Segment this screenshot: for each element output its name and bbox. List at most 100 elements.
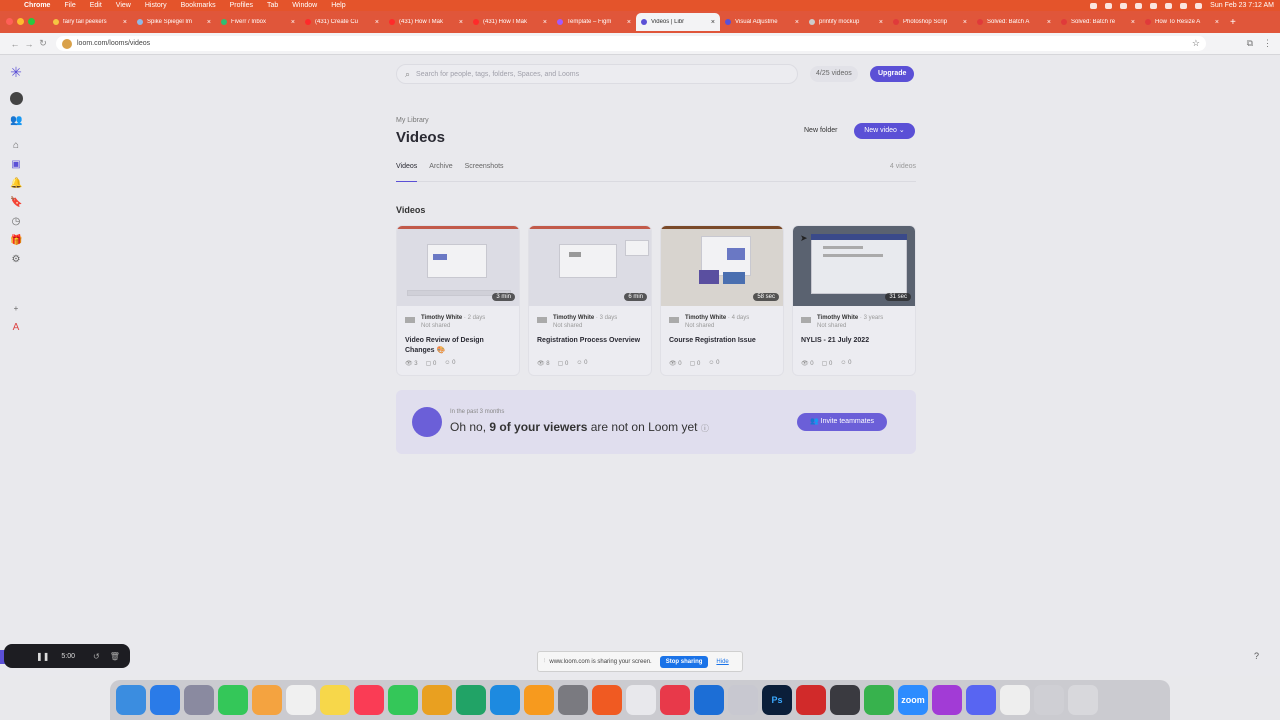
video-thumbnail[interactable]: 58 sec bbox=[661, 226, 783, 306]
maximize-window-icon[interactable] bbox=[28, 18, 35, 25]
back-icon[interactable]: ← bbox=[8, 39, 22, 49]
messages-icon[interactable] bbox=[218, 685, 248, 715]
search-icon[interactable] bbox=[1195, 2, 1203, 9]
music-icon[interactable] bbox=[354, 685, 384, 715]
close-tab-icon[interactable]: × bbox=[1215, 19, 1219, 26]
video-card[interactable]: 3 min Timothy White · 2 days Not shared … bbox=[396, 225, 520, 376]
hide-link[interactable]: Hide bbox=[716, 659, 728, 665]
menu-dots-icon[interactable]: ⋮ bbox=[1263, 38, 1272, 49]
trash-icon[interactable] bbox=[1068, 685, 1098, 715]
menu-app-name[interactable]: Chrome bbox=[24, 2, 50, 9]
invite-teammates-button[interactable]: 👥 Invite teammates bbox=[797, 413, 887, 431]
video-card[interactable]: 6 min Timothy White · 3 days Not shared … bbox=[528, 225, 652, 376]
menu-file[interactable]: File bbox=[64, 2, 75, 9]
calculator-icon[interactable] bbox=[830, 685, 860, 715]
address-bar[interactable]: loom.com/looms/videos ☆ bbox=[56, 36, 1206, 51]
browser-tab[interactable]: Spike Spiegel Im × bbox=[132, 13, 216, 31]
menu-tab[interactable]: Tab bbox=[267, 2, 278, 9]
tab-archive[interactable]: Archive bbox=[429, 162, 452, 181]
browser-tab[interactable]: Photoshop Scrip × bbox=[888, 13, 972, 31]
chrome-icon[interactable] bbox=[422, 685, 452, 715]
tray-icon[interactable] bbox=[1120, 2, 1128, 9]
menu-edit[interactable]: Edit bbox=[90, 2, 102, 9]
loom-logo-icon[interactable]: ✳ bbox=[10, 65, 22, 79]
menu-history[interactable]: History bbox=[145, 2, 167, 9]
info-icon[interactable]: ⓘ bbox=[701, 424, 709, 433]
close-tab-icon[interactable]: × bbox=[207, 19, 211, 26]
video-thumbnail[interactable]: 3 min bbox=[397, 226, 519, 306]
menu-view[interactable]: View bbox=[116, 2, 131, 9]
photos-icon[interactable] bbox=[252, 685, 282, 715]
messenger-icon[interactable] bbox=[932, 685, 962, 715]
numbers-icon[interactable] bbox=[456, 685, 486, 715]
browser-tab[interactable]: fairy tail peekers × bbox=[48, 13, 132, 31]
video-count-pill[interactable]: 4/25 videos bbox=[810, 66, 858, 82]
search-bar[interactable]: ⌕ Search for people, tags, folders, Spac… bbox=[396, 64, 798, 84]
reminders-icon[interactable] bbox=[286, 685, 316, 715]
creative-cloud-icon[interactable] bbox=[660, 685, 690, 715]
close-tab-icon[interactable]: × bbox=[795, 19, 799, 26]
pause-icon[interactable]: ❚❚ bbox=[36, 652, 49, 661]
browser-tab[interactable]: Videos | Libr × bbox=[636, 13, 720, 31]
site-icon[interactable] bbox=[62, 38, 72, 49]
photoshop-icon[interactable]: Ps bbox=[762, 685, 792, 715]
audio-app-icon[interactable] bbox=[694, 685, 724, 715]
close-tab-icon[interactable]: × bbox=[879, 19, 883, 26]
menubar-clock[interactable]: Sun Feb 23 7:12 AM bbox=[1210, 2, 1274, 9]
system-settings-icon[interactable] bbox=[558, 685, 588, 715]
close-tab-icon[interactable]: × bbox=[459, 19, 463, 26]
extensions-icon[interactable]: ⧉ bbox=[1247, 38, 1253, 49]
safari-icon[interactable] bbox=[150, 685, 180, 715]
menu-profiles[interactable]: Profiles bbox=[230, 2, 253, 9]
tab-videos[interactable]: Videos bbox=[396, 162, 418, 182]
keynote-icon[interactable] bbox=[490, 685, 520, 715]
video-title[interactable]: NYLIS - 21 July 2022 bbox=[793, 330, 915, 354]
app-icon[interactable] bbox=[728, 685, 758, 715]
video-card[interactable]: 58 sec Timothy White · 4 days Not shared… bbox=[660, 225, 784, 376]
video-title[interactable]: Course Registration Issue bbox=[661, 330, 783, 354]
avatar[interactable] bbox=[9, 92, 23, 105]
notes-icon[interactable] bbox=[320, 685, 350, 715]
browser-tab[interactable]: Solved: Batch A × bbox=[972, 13, 1056, 31]
history-icon[interactable]: ◷ bbox=[10, 216, 22, 228]
close-tab-icon[interactable]: × bbox=[963, 19, 967, 26]
people-icon[interactable]: 👥 bbox=[10, 115, 22, 127]
share-status[interactable]: Not shared bbox=[817, 323, 846, 329]
bookmark-star-icon[interactable]: ☆ bbox=[1192, 38, 1200, 49]
browser-tab[interactable]: (431) How I Mak × bbox=[468, 13, 552, 31]
menu-bookmarks[interactable]: Bookmarks bbox=[181, 2, 216, 9]
close-tab-icon[interactable]: × bbox=[291, 19, 295, 26]
video-card[interactable]: 31 sec Timothy White · 3 years Not share… bbox=[792, 225, 916, 376]
tab-screenshots[interactable]: Screenshots bbox=[465, 162, 504, 181]
browser-tab[interactable]: printify mockup × bbox=[804, 13, 888, 31]
library-icon[interactable]: ▣ bbox=[10, 159, 22, 171]
bookmark-icon[interactable]: 🔖 bbox=[10, 197, 22, 209]
restart-icon[interactable]: ↺ bbox=[93, 652, 100, 661]
tray-icon[interactable] bbox=[1135, 2, 1143, 9]
close-tab-icon[interactable]: × bbox=[627, 19, 631, 26]
finder-icon[interactable] bbox=[116, 685, 146, 715]
launchpad-icon[interactable] bbox=[184, 685, 214, 715]
browser-tab[interactable]: (431) How I Mak × bbox=[384, 13, 468, 31]
tray-icon[interactable] bbox=[1165, 2, 1173, 9]
browser-tab[interactable]: How To Resize A × bbox=[1140, 13, 1224, 31]
facetime-icon[interactable] bbox=[388, 685, 418, 715]
settings-gear-icon[interactable]: ⚙ bbox=[10, 254, 22, 266]
tray-icon[interactable] bbox=[1105, 2, 1113, 9]
wifi-icon[interactable] bbox=[1180, 2, 1188, 9]
fl-studio-icon[interactable] bbox=[592, 685, 622, 715]
stop-sharing-button[interactable]: Stop sharing bbox=[659, 655, 709, 668]
reload-icon[interactable]: ↻ bbox=[36, 38, 50, 49]
video-title[interactable]: Registration Process Overview bbox=[529, 330, 651, 354]
new-tab-icon[interactable]: + bbox=[1230, 17, 1236, 28]
share-status[interactable]: Not shared bbox=[685, 323, 714, 329]
close-window-icon[interactable] bbox=[6, 18, 13, 25]
menu-window[interactable]: Window bbox=[292, 2, 317, 9]
close-tab-icon[interactable]: × bbox=[123, 19, 127, 26]
tray-icon[interactable] bbox=[1150, 2, 1158, 9]
add-icon[interactable]: + bbox=[10, 303, 22, 315]
menu-help[interactable]: Help bbox=[331, 2, 345, 9]
browser-tab[interactable]: Solved: Batch re × bbox=[1056, 13, 1140, 31]
close-tab-icon[interactable]: × bbox=[375, 19, 379, 26]
drag-handle-icon[interactable]: ⦙ bbox=[544, 658, 545, 665]
